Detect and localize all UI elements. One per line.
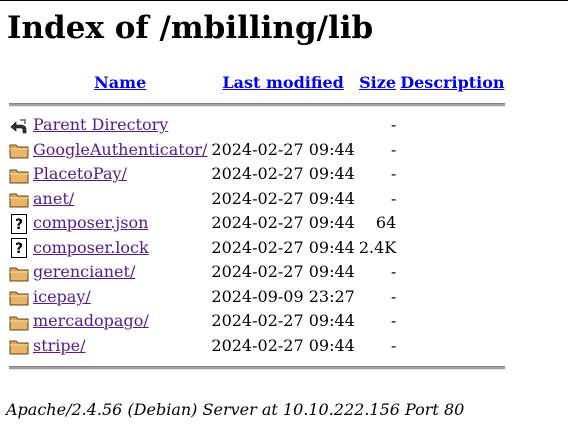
row-size-cell: -: [390, 262, 397, 282]
row-icon-cell: [8, 286, 30, 309]
row-size-cell: -: [390, 139, 397, 159]
row-size-cell: 2.4K: [358, 237, 397, 257]
row-size-cell: -: [390, 286, 397, 306]
unknown-file-icon: ?: [9, 238, 29, 258]
row-description-cell: [399, 114, 505, 137]
folder-icon: [9, 336, 29, 356]
row-modified-cell: 2024-02-27 09:44: [211, 262, 355, 282]
entry-link[interactable]: icepay/: [33, 287, 91, 306]
back-icon: [9, 116, 29, 136]
row-icon-cell: [8, 139, 30, 162]
row-description-cell: [399, 310, 505, 333]
row-name-cell: icepay/: [32, 286, 208, 309]
unknown-file-icon: ?: [9, 213, 29, 234]
row-name-cell: gerencianet/: [32, 261, 208, 284]
table-row: icepay/2024-09-09 23:27 -: [8, 286, 506, 309]
row-icon-cell: [8, 188, 30, 211]
folder-icon: [9, 287, 29, 307]
icon-column-header: [8, 72, 30, 94]
folder-icon: [9, 312, 29, 332]
row-description-cell: [399, 237, 505, 260]
sort-by-size-link[interactable]: Size: [359, 73, 396, 92]
row-name-cell: mercadopago/: [32, 310, 208, 333]
row-modified-cell: 2024-02-27 09:44: [211, 237, 355, 257]
row-name-cell: composer.json: [32, 212, 208, 235]
table-row: stripe/2024-02-27 09:44 -: [8, 335, 506, 358]
row-modified-cell: 2024-02-27 09:44: [211, 188, 355, 208]
header-row: Name Last modified Size Description: [8, 72, 506, 94]
row-icon-cell: [8, 261, 30, 284]
sort-by-modified-link[interactable]: Last modified: [222, 73, 343, 92]
row-icon-cell: ?: [8, 237, 30, 260]
entry-link[interactable]: Parent Directory: [33, 115, 168, 134]
server-signature: Apache/2.4.56 (Debian) Server at 10.10.2…: [6, 400, 465, 419]
entry-link[interactable]: composer.json: [33, 213, 148, 232]
entry-link[interactable]: composer.lock: [33, 238, 149, 257]
row-icon-cell: [8, 310, 30, 333]
svg-text:?: ?: [15, 241, 23, 257]
sort-by-description-link[interactable]: Description: [400, 73, 504, 92]
row-name-cell: composer.lock: [32, 237, 208, 260]
table-row: mercadopago/2024-02-27 09:44 -: [8, 310, 506, 333]
footer-separator: [8, 359, 506, 375]
row-size-cell: -: [390, 115, 397, 135]
top-border: [0, 0, 568, 1]
row-description-cell: [399, 286, 505, 309]
svg-text:?: ?: [15, 217, 23, 233]
row-modified-cell: 2024-02-27 09:44: [211, 335, 355, 355]
row-name-cell: stripe/: [32, 335, 208, 358]
table-row: gerencianet/2024-02-27 09:44 -: [8, 261, 506, 284]
folder-icon: [9, 263, 29, 283]
row-modified-cell: 2024-09-09 23:27: [211, 286, 355, 306]
row-description-cell: [399, 188, 505, 211]
entry-link[interactable]: anet/: [33, 189, 74, 208]
row-modified-cell: 2024-02-27 09:44: [211, 164, 355, 184]
row-size-cell: -: [390, 164, 397, 184]
row-icon-cell: ?: [8, 212, 30, 235]
row-description-cell: [399, 335, 505, 358]
folder-icon: [9, 165, 29, 185]
row-description-cell: [399, 261, 505, 284]
table-row: anet/2024-02-27 09:44 -: [8, 188, 506, 211]
table-row: Parent Directory -: [8, 114, 506, 137]
name-column-header: Name: [32, 72, 208, 94]
size-column-header: Size: [358, 72, 397, 94]
row-size-cell: 64: [375, 213, 397, 233]
entry-link[interactable]: gerencianet/: [33, 262, 135, 281]
row-description-cell: [399, 212, 505, 235]
row-modified-cell: 2024-02-27 09:44: [211, 213, 355, 233]
sort-by-name-link[interactable]: Name: [94, 73, 146, 92]
row-icon-cell: [8, 114, 30, 137]
table-row: GoogleAuthenticator/2024-02-27 09:44 -: [8, 139, 506, 162]
modified-column-header: Last modified: [210, 72, 355, 94]
folder-icon: [9, 189, 29, 209]
row-icon-cell: [8, 335, 30, 358]
folder-icon: [9, 140, 29, 160]
row-name-cell: GoogleAuthenticator/: [32, 139, 208, 162]
table-row: PlacetoPay/2024-02-27 09:44 -: [8, 163, 506, 186]
header-separator: [8, 96, 506, 112]
table-row: ? composer.json 2024-02-27 09:44 64: [8, 212, 506, 235]
entry-link[interactable]: stripe/: [33, 336, 86, 355]
table-row: ? composer.lock 2024-02-27 09:44 2.4K: [8, 237, 506, 260]
row-modified-cell: [210, 114, 355, 137]
row-size-cell: -: [390, 335, 397, 355]
entry-link[interactable]: mercadopago/: [33, 311, 149, 330]
row-icon-cell: [8, 163, 30, 186]
row-description-cell: [399, 139, 505, 162]
row-name-cell: Parent Directory: [32, 114, 208, 137]
page-title: Index of /mbilling/lib: [7, 10, 374, 46]
entry-link[interactable]: GoogleAuthenticator/: [33, 140, 207, 159]
entry-link[interactable]: PlacetoPay/: [33, 164, 127, 183]
description-column-header: Description: [399, 72, 505, 94]
row-description-cell: [399, 163, 505, 186]
row-size-cell: -: [390, 311, 397, 331]
row-name-cell: anet/: [32, 188, 208, 211]
row-name-cell: PlacetoPay/: [32, 163, 208, 186]
row-modified-cell: 2024-02-27 09:44: [211, 311, 355, 331]
row-size-cell: -: [390, 188, 397, 208]
directory-listing-table: Name Last modified Size Description Pare…: [6, 70, 508, 377]
row-modified-cell: 2024-02-27 09:44: [211, 139, 355, 159]
